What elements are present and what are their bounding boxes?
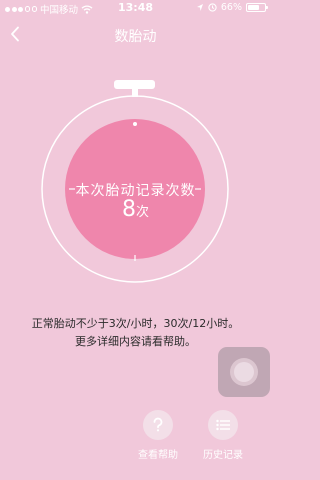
history-button[interactable]: 历史记录 — [193, 410, 253, 461]
stopwatch-top-dot — [133, 122, 137, 126]
stopwatch — [41, 80, 229, 283]
help-button[interactable]: 查看帮助 — [128, 410, 188, 461]
help-icon-circle — [143, 410, 173, 440]
assistive-touch-ring — [230, 358, 258, 386]
assistive-touch-core — [234, 362, 254, 382]
assistive-touch-button[interactable] — [218, 347, 270, 397]
info-text-line1: 正常胎动不少于3次/小时，30次/12小时。 — [31, 317, 240, 330]
count-number: 8 — [121, 197, 136, 222]
history-label: 历史记录 — [203, 450, 243, 461]
count-unit: 次 — [135, 205, 149, 220]
count-value: 8次 — [0, 197, 271, 222]
stopwatch-crown — [114, 80, 155, 89]
question-mark-icon — [153, 417, 163, 432]
list-icon — [216, 419, 230, 431]
help-label: 查看帮助 — [138, 450, 178, 461]
history-icon-circle — [208, 410, 238, 440]
